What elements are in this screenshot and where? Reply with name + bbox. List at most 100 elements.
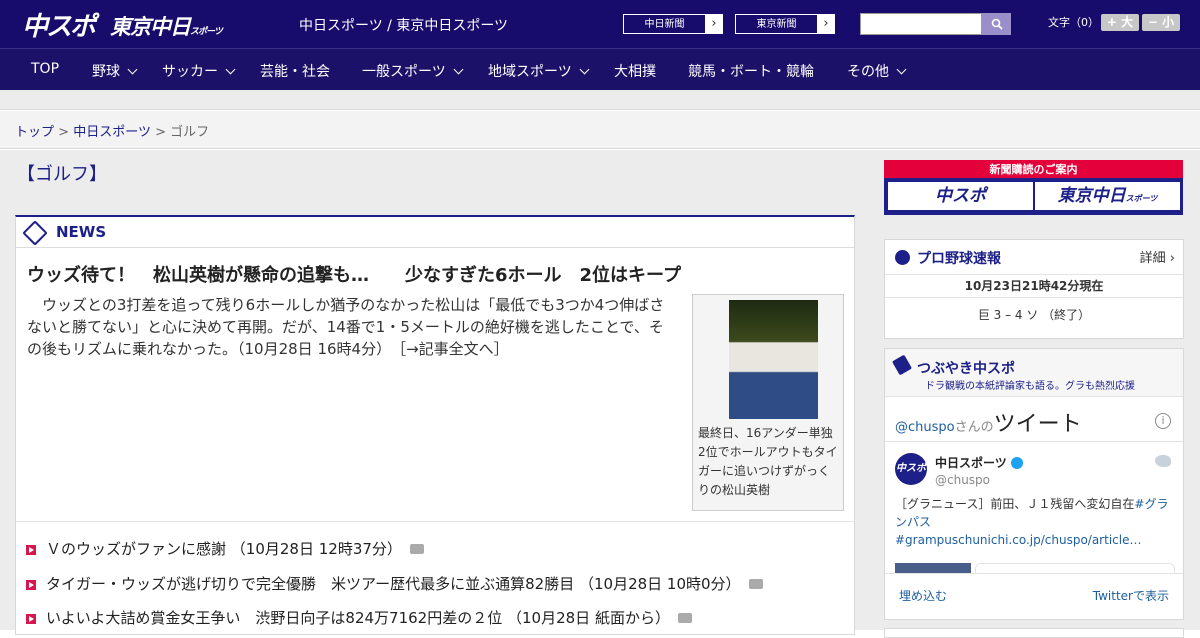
nav-item-other[interactable]: その他 xyxy=(847,61,907,81)
list-item[interactable]: いよいよ大詰め賞金女王争い 渋野日向子は824万7162円差の２位 （10月28… xyxy=(26,607,692,628)
tokyo-shimbun-link[interactable]: 東京新聞 › xyxy=(734,13,836,35)
tweets-title: つぶやき中スポ xyxy=(917,361,1015,377)
subscription-tokyo-chunichi-logo: 東京中日スポーツ xyxy=(1035,182,1180,210)
nav-item-soccer[interactable]: サッカー xyxy=(162,61,236,81)
main-area: 【ゴルフ】 NEWS ウッズ待て！ 松山英樹が懸命の追撃も… 少なすぎた6ホール… xyxy=(0,150,1200,638)
verified-icon xyxy=(1010,457,1023,469)
nav-item-label: 野球 xyxy=(92,64,120,80)
bullet-icon xyxy=(26,614,36,624)
nav-item-racing[interactable]: 競馬・ボート・競輪 xyxy=(688,61,814,81)
pro-baseball-title: プロ野球速報 xyxy=(917,251,1001,267)
bullet-icon xyxy=(26,545,36,555)
chunichi-sports-logo[interactable]: 中スポ xyxy=(22,6,96,43)
font-larger-button[interactable]: + 大 xyxy=(1101,14,1139,31)
search-button[interactable] xyxy=(982,13,1011,35)
nav-item-entertainment[interactable]: 芸能・社会 xyxy=(260,61,330,81)
breadcrumb-current: ゴルフ xyxy=(170,125,210,140)
list-item[interactable]: Ｖのウッズがファンに感謝 （10月28日 12時37分） xyxy=(26,538,424,559)
tweet-account-handle[interactable]: @chuspo xyxy=(935,473,990,487)
pro-baseball-box: プロ野球速報 詳細 › 10月23日21時42分現在 巨 3 – 4 ソ （終了… xyxy=(884,239,1184,339)
list-item-title: タイガー・ウッズが逃げ切りで完全優勝 米ツアー歴代最多に並ぶ通算82勝目 xyxy=(46,575,575,593)
subscription-title: 新聞購読のご案内 xyxy=(989,163,1078,176)
news-header: NEWS xyxy=(16,217,854,248)
tokyo-chunichi-logo[interactable]: 東京中日スポーツ xyxy=(110,11,223,41)
camera-icon xyxy=(748,579,763,589)
twitter-timeline-footer: 埋め込む Twitterで表示 xyxy=(885,573,1183,619)
nav-item-label: 芸能・社会 xyxy=(260,64,330,80)
divider xyxy=(885,441,1183,442)
list-item[interactable]: タイガー・ウッズが逃げ切りで完全優勝 米ツアー歴代最多に並ぶ通算82勝目 （10… xyxy=(26,573,763,594)
twitter-timeline-header: @chuspoさんのツイート xyxy=(895,406,1082,438)
info-icon[interactable]: i xyxy=(1155,413,1171,429)
pro-baseball-time: 10月23日21時42分現在 xyxy=(885,274,1183,298)
news-headline[interactable]: ウッズ待て！ 松山英樹が懸命の追撃も… 少なすぎた6ホール 2位はキープ xyxy=(27,261,681,287)
news-section-label: NEWS xyxy=(56,223,107,241)
nav-item-top[interactable]: TOP xyxy=(31,61,59,77)
nav-item-regional-sports[interactable]: 地域スポーツ xyxy=(488,61,590,81)
search-icon xyxy=(991,18,1003,30)
newspaper-icon xyxy=(22,220,48,246)
pro-baseball-score[interactable]: 巨 3 – 4 ソ （終了） xyxy=(885,298,1183,332)
tokyo-shimbun-label: 東京新聞 xyxy=(736,15,817,33)
page-title: 【ゴルフ】 xyxy=(17,164,107,185)
tweets-header: つぶやき中スポ ドラ観戦の本紙評論家も語る。グラも熱烈応援 xyxy=(885,349,1183,397)
news-summary[interactable]: ウッズとの3打差を追って残り6ホールしか猶予のなかった松山は「最低でも3つか4つ… xyxy=(27,294,677,360)
nav-item-sumo[interactable]: 大相撲 xyxy=(614,61,656,81)
camera-icon xyxy=(409,544,424,554)
chevron-down-icon xyxy=(896,64,907,75)
nav-item-baseball[interactable]: 野球 xyxy=(92,61,138,81)
camera-icon xyxy=(677,613,692,623)
tweet-text: ［グラニュース］前田、Ｊ１残留へ変幻自在#グランパス #grampuschuni… xyxy=(895,495,1175,549)
search-input[interactable] xyxy=(860,13,982,35)
list-item-time: （10月28日 10時0分） xyxy=(578,575,741,593)
twitter-handle-link[interactable]: @chuspo xyxy=(895,420,955,435)
site-title: 中日スポーツ / 東京中日スポーツ xyxy=(299,18,509,34)
top-bar: 中スポ 東京中日スポーツ 中日スポーツ / 東京中日スポーツ 中日新聞 › 東京… xyxy=(0,0,1200,48)
font-size-label: 文字（0） xyxy=(1048,16,1099,29)
subscription-tokyo-chunichi-text: 東京中日 xyxy=(1057,186,1126,206)
subscription-banner[interactable]: 新聞購読のご案内 中スポ 東京中日スポーツ xyxy=(884,160,1183,215)
view-on-twitter-link[interactable]: Twitterで表示 xyxy=(1093,587,1169,604)
tokyo-chunichi-logo-small: スポーツ xyxy=(190,27,223,37)
tweet-account-name-text: 中日スポーツ xyxy=(935,456,1007,470)
tweets-box: つぶやき中スポ ドラ観戦の本紙評論家も語る。グラも熱烈応援 @chuspoさんの… xyxy=(884,348,1184,620)
chevron-right-icon: › xyxy=(823,16,829,31)
main-nav: TOP 野球 サッカー 芸能・社会 一般スポーツ 地域スポーツ 大相撲 競馬・ボ… xyxy=(0,48,1200,90)
list-item-title: いよいよ大詰め賞金女王争い 渋野日向子は824万7162円差の２位 xyxy=(46,609,503,627)
breadcrumb-top[interactable]: トップ xyxy=(15,125,54,140)
breadcrumb-separator: > xyxy=(58,125,70,140)
tweet-account-name[interactable]: 中日スポーツ xyxy=(935,454,1023,471)
list-item-title: Ｖのウッズがファンに感謝 xyxy=(46,540,227,558)
avatar[interactable]: 中スポ xyxy=(895,453,927,485)
divider xyxy=(16,521,854,522)
tweet-text-plain: ［グラニュース］前田、Ｊ１残留へ変幻自在 xyxy=(895,497,1135,511)
chevron-right-icon: › xyxy=(711,16,717,31)
pro-baseball-header: プロ野球速報 詳細 › xyxy=(885,240,1183,274)
header-band xyxy=(0,90,1200,110)
embed-link[interactable]: 埋め込む xyxy=(899,587,947,604)
breadcrumb: トップ > 中日スポーツ > ゴルフ xyxy=(0,111,1200,149)
tweet-media-thumbnail[interactable] xyxy=(895,563,971,573)
pro-baseball-more-link[interactable]: 詳細 › xyxy=(1140,247,1175,266)
bullet-icon xyxy=(26,580,36,590)
nav-item-label: 地域スポーツ xyxy=(488,64,572,80)
nav-item-label: 競馬・ボート・競輪 xyxy=(688,64,814,80)
list-item-time: （10月28日 12時37分） xyxy=(230,540,402,558)
subscription-tokyo-chunichi-small: スポーツ xyxy=(1125,194,1158,203)
chunichi-shimbun-label: 中日新聞 xyxy=(624,15,705,33)
nav-item-label: 一般スポーツ xyxy=(362,64,446,80)
chevron-down-icon xyxy=(127,64,138,75)
nav-item-label: 大相撲 xyxy=(614,64,656,80)
nav-item-general-sports[interactable]: 一般スポーツ xyxy=(362,61,464,81)
news-section: NEWS ウッズ待て！ 松山英樹が懸命の追撃も… 少なすぎた6ホール 2位はキー… xyxy=(15,215,855,635)
nav-item-label: TOP xyxy=(31,61,60,77)
subscription-chuspo-logo: 中スポ xyxy=(888,182,1033,210)
list-item-time: （10月28日 紙面から） xyxy=(507,609,670,627)
font-smaller-button[interactable]: − 小 xyxy=(1142,14,1180,31)
golfer-photo[interactable] xyxy=(729,300,818,419)
megaphone-icon xyxy=(891,354,913,376)
chunichi-shimbun-link[interactable]: 中日新聞 › xyxy=(622,13,724,35)
twitter-bird-icon[interactable] xyxy=(1155,455,1171,467)
tweet-card-preview[interactable] xyxy=(975,563,1175,573)
breadcrumb-chunichi-sports[interactable]: 中日スポーツ xyxy=(73,125,151,140)
